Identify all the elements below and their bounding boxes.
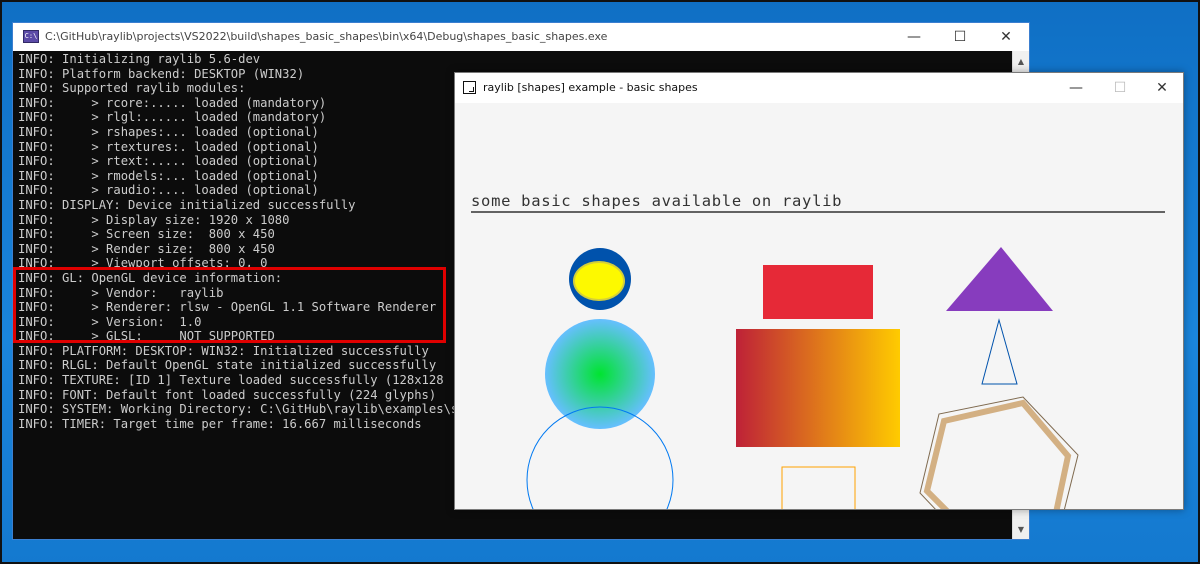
shapes-canvas: some basic shapes available on raylib so… <box>471 192 1165 509</box>
raylib-minimize-button[interactable]: — <box>1053 73 1099 103</box>
minimize-icon: — <box>1069 80 1083 96</box>
console-title: C:\GitHub\raylib\projects\VS2022\build\s… <box>45 30 608 43</box>
raylib-window[interactable]: raylib [shapes] example - basic shapes —… <box>454 72 1184 510</box>
minimize-button[interactable]: — <box>891 23 937 51</box>
raylib-title: raylib [shapes] example - basic shapes <box>483 81 698 94</box>
red-rectangle <box>763 265 873 319</box>
ellipse-inner <box>575 263 623 299</box>
console-line: INFO: Initializing raylib 5.6-dev <box>18 52 261 66</box>
console-titlebar[interactable]: C:\ C:\GitHub\raylib\projects\VS2022\bui… <box>13 23 1029 51</box>
close-icon: ✕ <box>1000 29 1012 45</box>
close-icon: ✕ <box>1156 80 1168 96</box>
maximize-button[interactable]: ☐ <box>937 23 983 51</box>
violet-triangle <box>946 247 1053 311</box>
raylib-app-icon <box>463 81 476 94</box>
scroll-down-icon[interactable]: ▼ <box>1013 521 1029 537</box>
gradient-rectangle <box>736 329 900 447</box>
polygon-lines <box>919 396 1079 509</box>
triangle-outline <box>981 318 1018 385</box>
minimize-icon: — <box>907 29 921 45</box>
raylib-canvas[interactable]: some basic shapes available on raylib so… <box>455 103 1183 509</box>
raylib-close-button[interactable]: ✕ <box>1139 73 1185 103</box>
raylib-titlebar[interactable]: raylib [shapes] example - basic shapes —… <box>455 73 1183 103</box>
raylib-maximize-button[interactable]: ☐ <box>1097 73 1143 103</box>
maximize-icon: ☐ <box>1113 80 1127 96</box>
console-app-icon: C:\ <box>23 30 39 43</box>
scroll-up-icon[interactable]: ▲ <box>1013 53 1029 69</box>
polygon-thick-lines <box>923 399 1072 509</box>
maximize-icon: ☐ <box>953 29 967 45</box>
rectangle-outline <box>781 466 856 509</box>
close-button[interactable]: ✕ <box>983 23 1029 51</box>
heading-text: some basic shapes available on raylib <box>471 192 842 210</box>
gradient-circle <box>545 319 655 429</box>
gl-info-highlight <box>13 267 446 343</box>
